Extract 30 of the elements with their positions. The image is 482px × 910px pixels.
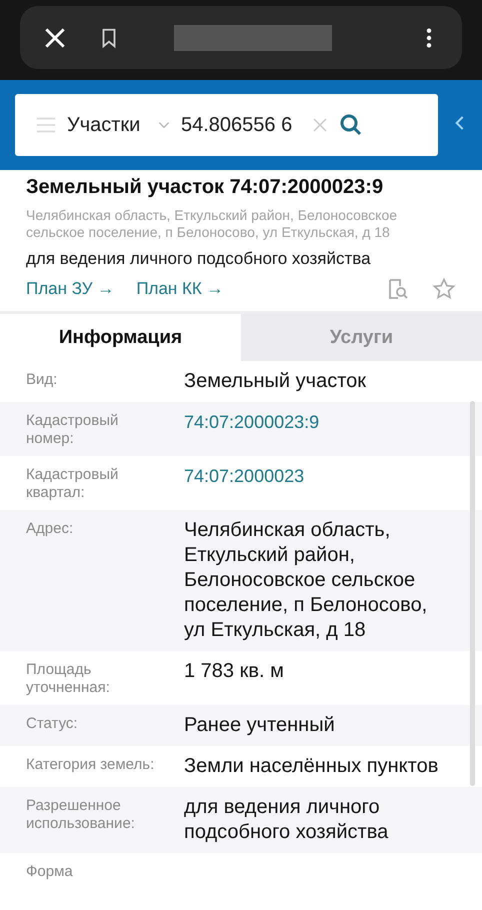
field-label: Форма [26, 862, 74, 881]
field-value: Челябинская область, Еткульский район, Белоносовское сельское поселение, п Белоносово, ул Еткульская, д 18 [184, 518, 428, 643]
field-label: Статус: [26, 714, 79, 733]
clear-icon[interactable] [311, 116, 329, 134]
search-icon[interactable] [339, 113, 363, 137]
field-link[interactable]: 74:07:2000023 [184, 464, 452, 489]
scrollbar[interactable] [470, 401, 475, 786]
field-link[interactable]: 74:07:2000023:9 [184, 410, 452, 435]
field-label: Категория земель: [26, 755, 156, 774]
parcel-purpose: для ведения личного подсобного хозяйства [26, 249, 372, 269]
star-icon[interactable] [432, 277, 456, 301]
field-value: Ранее учтенный [184, 713, 336, 738]
field-label: Вид: [26, 370, 58, 389]
field-value: для ведения личного подсобного хозяйства [184, 795, 390, 845]
field-label: Кадастровый номер: [26, 411, 120, 448]
search-field[interactable]: 54.806556 6 [181, 114, 301, 136]
plan-link[interactable]: План КК → [136, 279, 224, 299]
field-value: 1 783 кв. м [184, 659, 285, 684]
field-label: Разрешенное использование: [26, 796, 136, 833]
field-label: Кадастровый квартал: [26, 465, 120, 502]
tab[interactable]: Услуги [241, 314, 482, 361]
field-value: Земельный участок [184, 369, 368, 394]
parcel-title: Земельный участок 74:07:2000023:9 [26, 176, 384, 199]
field-value: Земли населённых пунктов [184, 754, 440, 779]
category-select[interactable]: Участки [67, 114, 147, 136]
document-search-icon[interactable] [386, 277, 410, 301]
plan-link[interactable]: План ЗУ → [26, 279, 114, 299]
field-label: Адрес: [26, 519, 74, 538]
parcel-address: Челябинская область, Еткульский район, Белоносовское сельское поселение, п Белоносово, ул Еткульская, д 18 [26, 207, 398, 241]
field-label: Площадь уточненная: [26, 660, 111, 697]
